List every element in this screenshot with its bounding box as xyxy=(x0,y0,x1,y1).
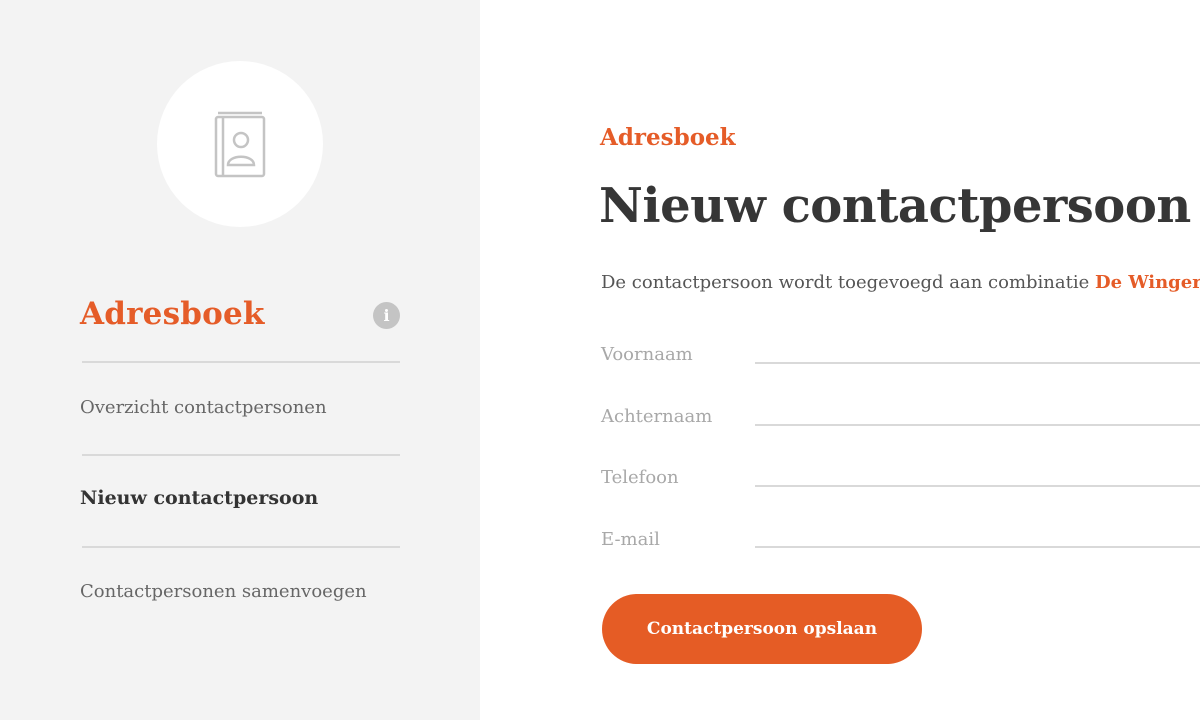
sidebar: Adresboek i Overzicht contactpersonen Ni… xyxy=(0,0,480,720)
phone-label: Telefoon xyxy=(601,467,679,488)
breadcrumb[interactable]: Adresboek xyxy=(600,124,736,151)
divider xyxy=(82,546,400,548)
divider xyxy=(82,454,400,456)
divider xyxy=(82,361,400,363)
phone-field[interactable] xyxy=(755,457,1200,487)
save-contact-button[interactable]: Contactpersoon opslaan xyxy=(602,594,922,664)
last-name-field[interactable] xyxy=(755,396,1200,426)
combination-name: De Wingerd xyxy=(1095,272,1200,293)
email-label: E-mail xyxy=(601,529,660,550)
subtitle: De contactpersoon wordt toegevoegd aan c… xyxy=(601,272,1200,293)
first-name-field[interactable] xyxy=(755,334,1200,364)
page-title: Nieuw contactpersoon xyxy=(599,178,1191,234)
address-book-icon xyxy=(214,111,266,178)
subtitle-text: De contactpersoon wordt toegevoegd aan c… xyxy=(601,272,1090,293)
last-name-label: Achternaam xyxy=(601,406,713,427)
nav-item-new-contact[interactable]: Nieuw contactpersoon xyxy=(80,487,318,509)
sidebar-title: Adresboek xyxy=(80,296,265,332)
info-icon[interactable]: i xyxy=(373,302,400,329)
nav-item-overview-contacts[interactable]: Overzicht contactpersonen xyxy=(80,397,327,418)
email-field[interactable] xyxy=(755,518,1200,548)
app-logo xyxy=(157,61,323,227)
first-name-label: Voornaam xyxy=(601,344,693,365)
nav-item-merge-contacts[interactable]: Contactpersonen samenvoegen xyxy=(80,581,367,602)
